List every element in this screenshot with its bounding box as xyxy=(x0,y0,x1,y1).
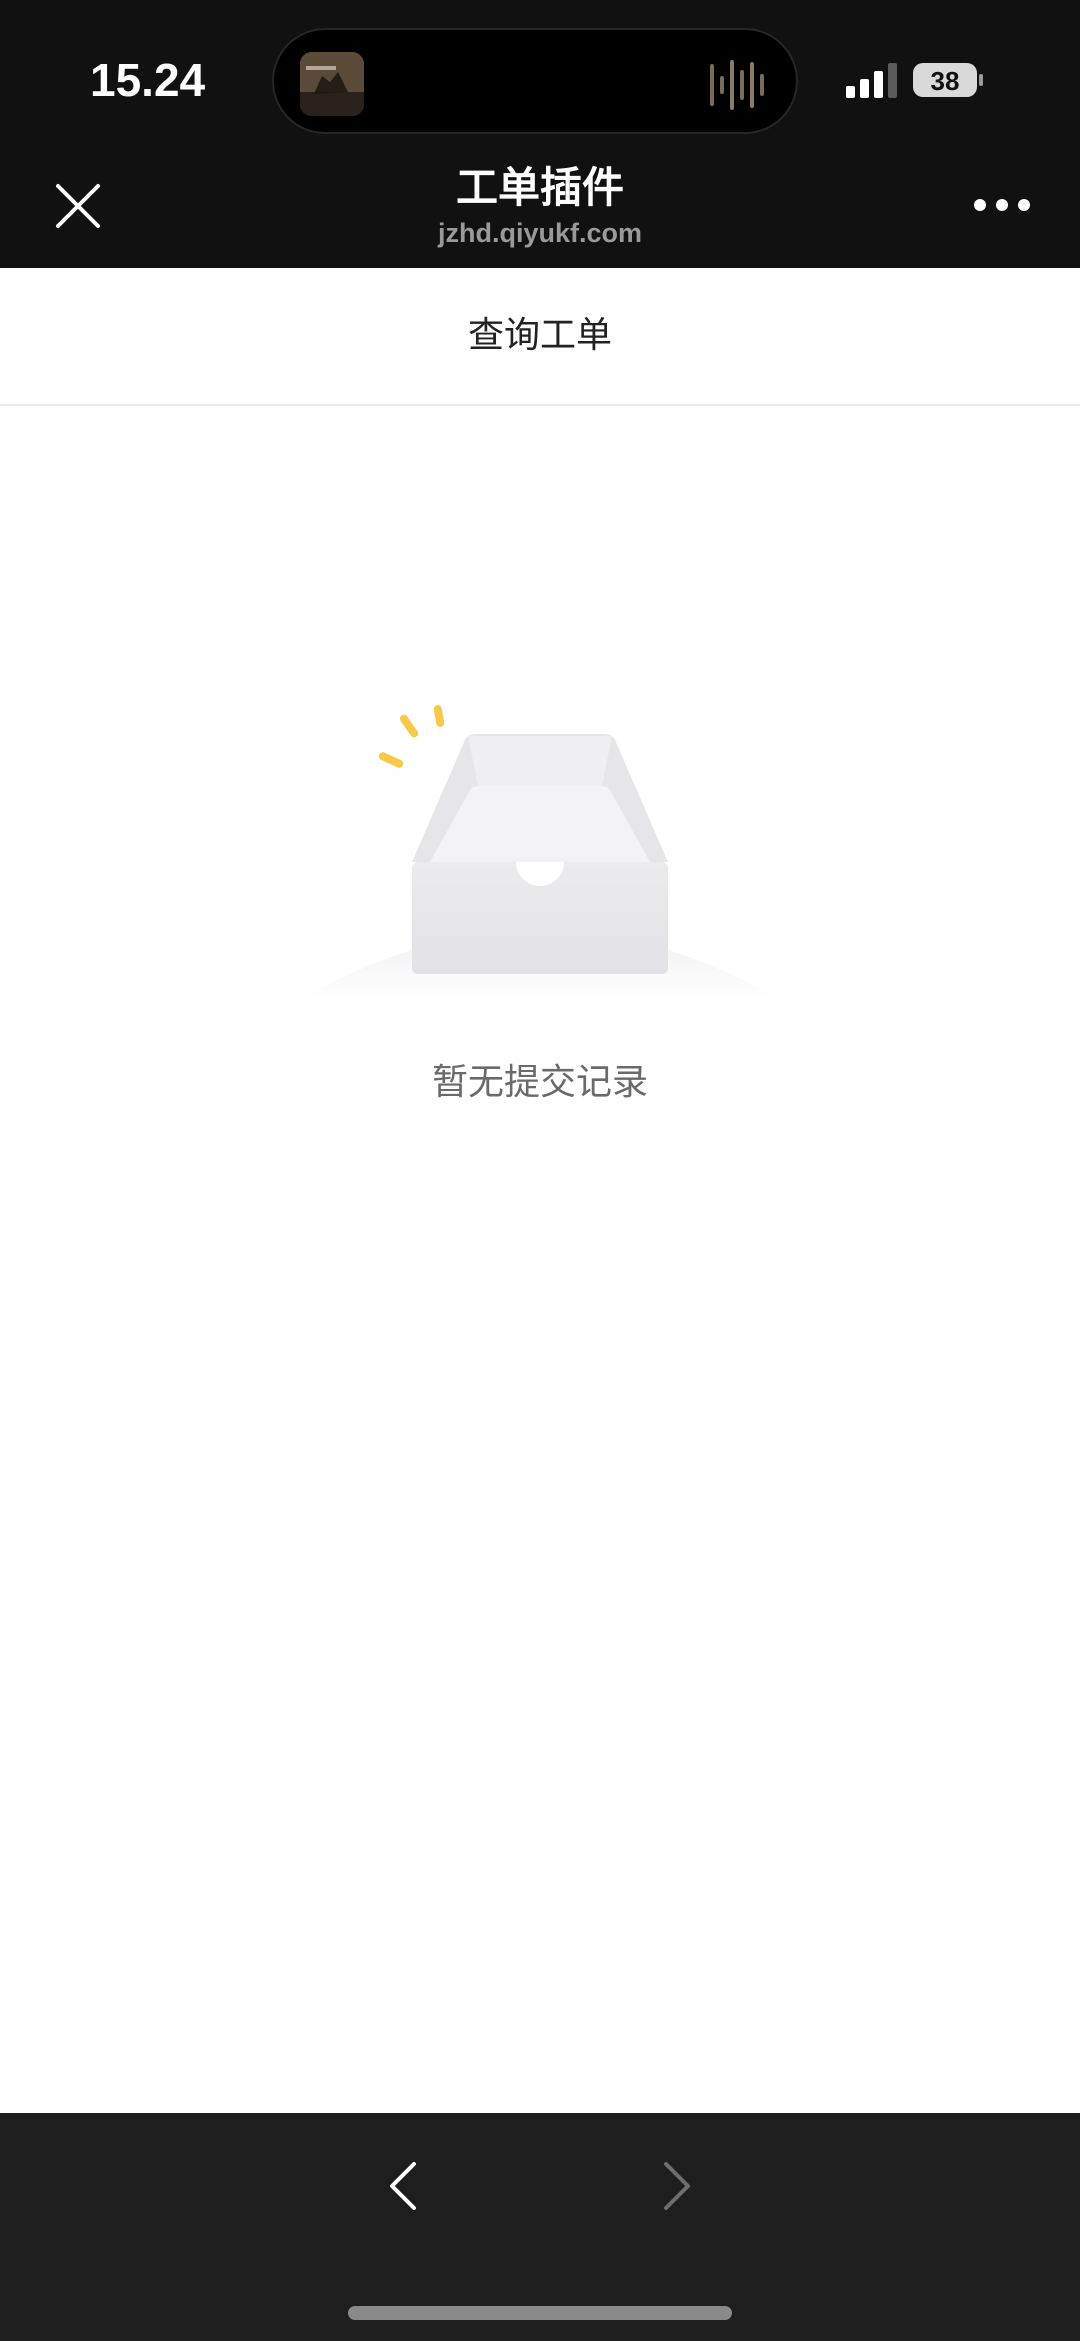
top-bar: 15.24 38 工单插件 jzhd.qiyukf.com xyxy=(0,0,1080,268)
battery-icon: 38 xyxy=(913,63,983,97)
more-dots-icon[interactable] xyxy=(972,190,1032,220)
battery-level: 38 xyxy=(931,66,960,96)
chevron-right-icon[interactable] xyxy=(652,2156,702,2216)
nav-title: 工单插件 xyxy=(455,163,624,212)
empty-box-icon xyxy=(300,705,780,1000)
home-indicator[interactable] xyxy=(348,2306,732,2320)
dynamic-island[interactable] xyxy=(272,28,798,134)
album-art-thumbnail[interactable] xyxy=(300,52,364,116)
page-title: 查询工单 xyxy=(467,315,612,356)
empty-state-message: 暂无提交记录 xyxy=(431,1062,648,1103)
close-icon[interactable] xyxy=(52,180,104,232)
page-header: 查询工单 xyxy=(0,268,1080,406)
status-time: 15.24 xyxy=(90,54,206,106)
nav-subtitle-domain: jzhd.qiyukf.com xyxy=(437,218,643,248)
cellular-signal-icon xyxy=(846,63,897,98)
chevron-left-icon[interactable] xyxy=(378,2156,428,2216)
audio-waveform-icon xyxy=(710,60,764,110)
